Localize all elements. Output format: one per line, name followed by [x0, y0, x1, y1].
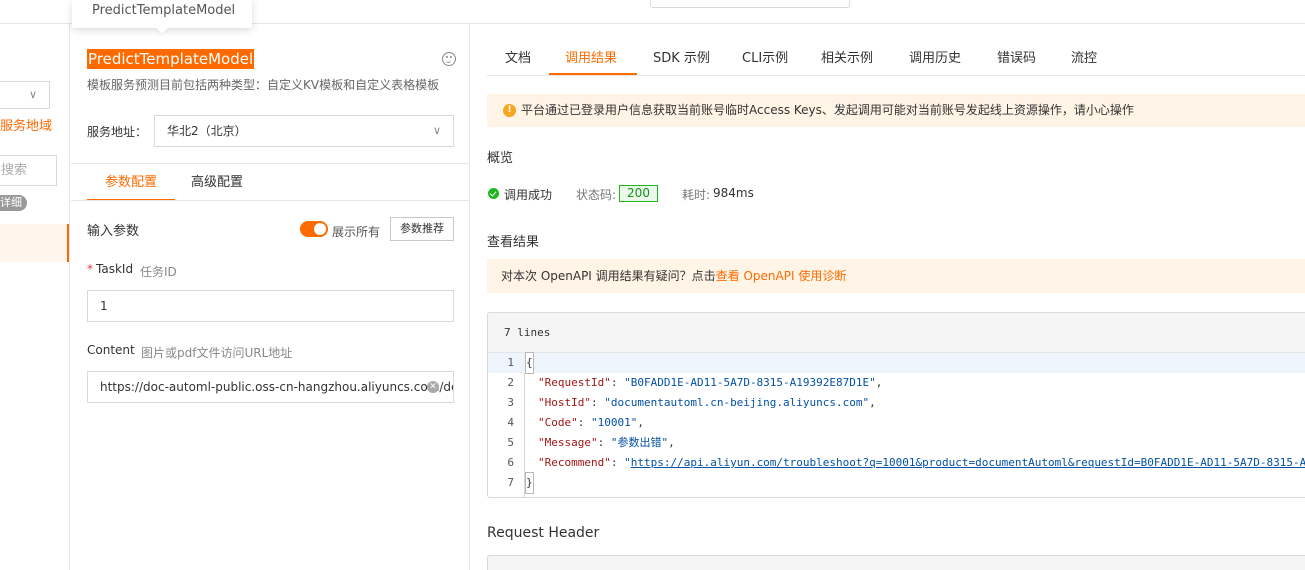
- api-title: PredictTemplateModel: [87, 49, 255, 69]
- overview-title: 概览: [487, 151, 514, 166]
- request-header-box: [487, 555, 1305, 570]
- top-search-input[interactable]: [650, 0, 850, 8]
- api-list-item-active[interactable]: [0, 224, 69, 262]
- tab-param-config[interactable]: 参数配置: [87, 174, 175, 201]
- tab-advanced-config[interactable]: 高级配置: [191, 174, 243, 201]
- content-input[interactable]: https://doc-automl-public.oss-cn-hangzho…: [87, 371, 454, 403]
- json-key: "Message": [538, 436, 598, 449]
- json-value: "documentautoml.cn-beijing.aliyuncs.com": [604, 396, 870, 409]
- code-line: 3 "HostId": "documentautoml.cn-beijing.a…: [488, 393, 1305, 413]
- line-number: 6: [507, 456, 514, 469]
- status-code-badge: 200: [619, 185, 658, 202]
- code-line-count: 7 lines: [488, 313, 1305, 353]
- chevron-down-icon: ∨: [432, 124, 441, 137]
- json-brace: }: [525, 472, 534, 494]
- json-value: "B0FADD1E-AD11-5A7D-8315-A19392E87D1E": [624, 376, 876, 389]
- line-number: 4: [507, 416, 514, 429]
- taskid-input[interactable]: 1: [87, 290, 454, 322]
- required-marker: *: [87, 262, 93, 276]
- line-number: 7: [507, 476, 514, 489]
- service-address-value: 华北2（北京）: [167, 124, 247, 138]
- elapsed-label: 耗时:: [682, 188, 711, 202]
- tab-docs[interactable]: 文档: [505, 50, 531, 76]
- param-desc-taskid: 任务ID: [140, 265, 177, 279]
- param-name-content: Content: [87, 343, 135, 357]
- tab-flow-control[interactable]: 流控: [1071, 50, 1097, 76]
- json-key: "RequestId": [538, 376, 611, 389]
- service-address-label: 服务地址：: [87, 125, 148, 139]
- code-line: 7 }: [488, 472, 1305, 494]
- product-select[interactable]: ∨: [0, 81, 50, 109]
- json-value: "参数出错": [610, 436, 669, 449]
- diagnosis-banner: 对本次 OpenAPI 调用结果有疑问？点击查看 OpenAPI 使用诊断: [487, 259, 1305, 293]
- show-all-label: 展示所有: [332, 225, 381, 239]
- divider: [71, 163, 470, 164]
- api-description: 模板服务预测目前包括两种类型：自定义KV模板和自定义表格模板: [87, 78, 440, 92]
- show-all-toggle[interactable]: [300, 221, 328, 237]
- json-value: "10001": [591, 416, 638, 429]
- code-line: 4 "Code": "10001",: [488, 413, 1305, 433]
- code-line: 5 "Message": "参数出错",: [488, 433, 1305, 453]
- recommend-link[interactable]: https://api.aliyun.com/troubleshoot?q=10…: [631, 456, 1305, 469]
- line-number: 3: [507, 396, 514, 409]
- param-name-taskid: TaskId: [96, 262, 134, 276]
- tab-divider: [487, 75, 1305, 76]
- tooltip-arrow: [156, 28, 168, 34]
- api-name-tooltip: PredictTemplateModel: [72, 0, 252, 28]
- response-code-viewer[interactable]: 7 lines 1 { 2 "RequestId": "B0FADD1E-AD1…: [487, 312, 1305, 498]
- line-number: 1: [507, 356, 514, 369]
- json-brace: {: [525, 352, 534, 374]
- tab-cli-example[interactable]: CLI示例: [742, 50, 788, 76]
- tab-sdk-example[interactable]: SDK 示例: [653, 50, 710, 76]
- region-link[interactable]: 服务地域: [0, 115, 52, 134]
- parameter-panel: PredictTemplateModel 模板服务预测目前包括两种类型：自定义K…: [71, 24, 470, 570]
- warning-icon: !: [503, 104, 516, 117]
- diagnosis-text: 对本次 OpenAPI 调用结果有疑问？点击: [501, 269, 716, 283]
- warning-text: 平台通过已登录用户信息获取当前账号临时Access Keys、发起调用可能对当前…: [521, 103, 1134, 117]
- json-key: "Recommend": [538, 456, 611, 469]
- tab-divider: [71, 200, 470, 201]
- tab-call-history[interactable]: 调用历史: [909, 50, 961, 76]
- line-number: 5: [507, 436, 514, 449]
- status-code-label: 状态码:: [576, 188, 617, 202]
- code-line: 1 {: [488, 352, 1305, 374]
- clear-icon[interactable]: ✕: [427, 381, 439, 393]
- line-number: 2: [507, 376, 514, 389]
- call-status-text: 调用成功: [504, 188, 553, 202]
- param-desc-content: 图片或pdf文件访问URL地址: [141, 346, 293, 360]
- json-key: "HostId": [538, 396, 591, 409]
- view-result-title: 查看结果: [487, 235, 540, 250]
- code-line: 6 "Recommend": "https://api.aliyun.com/t…: [488, 453, 1305, 473]
- code-line: 2 "RequestId": "B0FADD1E-AD11-5A7D-8315-…: [488, 373, 1305, 393]
- elapsed-value: 984ms: [713, 186, 754, 200]
- success-check-icon: [488, 188, 499, 199]
- api-search-input[interactable]: 搜索: [0, 155, 57, 186]
- detail-badge[interactable]: 详细: [0, 195, 27, 211]
- tab-related-examples[interactable]: 相关示例: [821, 50, 873, 76]
- tab-error-codes[interactable]: 错误码: [997, 50, 1036, 76]
- service-address-select[interactable]: 华北2（北京） ∨: [154, 115, 454, 147]
- json-key: "Code": [538, 416, 578, 429]
- api-list-panel: ∨ 服务地域 搜索 详细: [0, 24, 70, 570]
- result-panel: 文档 调用结果 SDK 示例 CLI示例 相关示例 调用历史 错误码 流控 ! …: [471, 24, 1305, 570]
- input-params-title: 输入参数: [87, 224, 140, 239]
- content-input-value: https://doc-automl-public.oss-cn-hangzho…: [100, 380, 454, 394]
- warning-banner: ! 平台通过已登录用户信息获取当前账号临时Access Keys、发起调用可能对…: [487, 94, 1305, 127]
- feedback-smile-icon[interactable]: [442, 52, 456, 66]
- diagnosis-link[interactable]: 查看 OpenAPI 使用诊断: [716, 269, 847, 283]
- chevron-down-icon: ∨: [28, 88, 37, 101]
- param-recommend-button[interactable]: 参数推荐: [390, 217, 454, 241]
- request-header-title: Request Header: [487, 525, 600, 541]
